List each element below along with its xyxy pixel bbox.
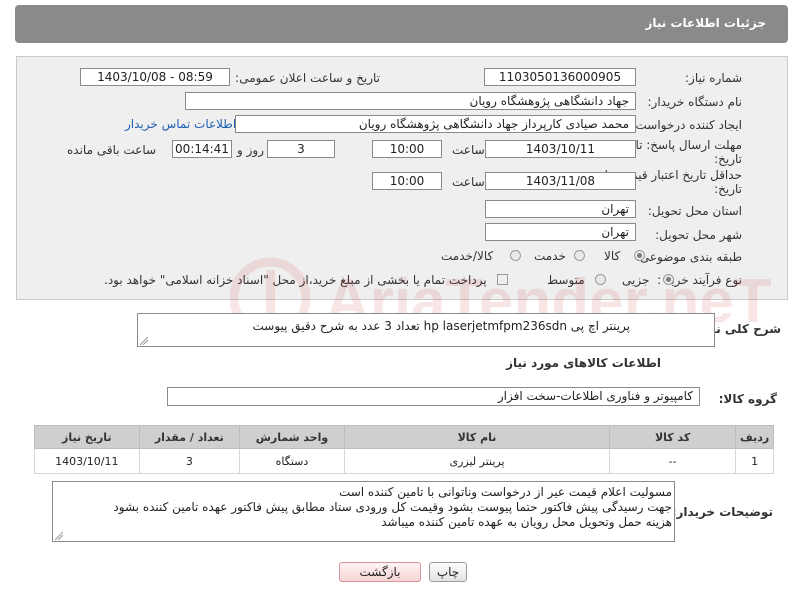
- deadline-time-field[interactable]: 10:00: [372, 140, 442, 158]
- remaining-time-field[interactable]: 00:14:41: [172, 140, 232, 158]
- need-number-label: شماره نیاز:: [685, 71, 742, 85]
- cell-code: --: [609, 448, 737, 474]
- category-label: طبقه بندی موضوعی:: [635, 250, 742, 264]
- column-header-code: کد کالا: [609, 425, 737, 449]
- goods-group-field[interactable]: کامپیوتر و فناوری اطلاعات-سخت افزار: [167, 387, 700, 406]
- table-row[interactable]: 1403/10/11 3 دستگاه پرینتر لیزری -- 1: [34, 448, 774, 474]
- process-radio-medium[interactable]: [595, 274, 606, 285]
- goods-table: تاریخ نیاز تعداد / مقدار واحد شمارش نام …: [34, 425, 774, 474]
- category-option-goods: کالا: [604, 249, 621, 263]
- goods-group-label: گروه کالا:: [718, 392, 777, 406]
- buyer-org-field[interactable]: جهاد دانشگاهی پژوهشگاه رویان: [185, 92, 636, 110]
- process-radio-minor[interactable]: [663, 274, 674, 285]
- need-number-field[interactable]: 1103050136000905: [484, 68, 636, 86]
- goods-table-header: تاریخ نیاز تعداد / مقدار واحد شمارش نام …: [34, 425, 774, 449]
- buyer-notes-textarea[interactable]: مسولیت اعلام قیمت عیر از درخواست وناتوان…: [52, 481, 675, 542]
- validity-time-label: ساعت: [452, 175, 485, 189]
- category-radio-service[interactable]: [574, 250, 585, 261]
- deadline-time-label: ساعت: [452, 143, 485, 157]
- cell-row: 1: [735, 448, 774, 474]
- province-field[interactable]: تهران: [485, 200, 636, 218]
- cell-unit: دستگاه: [239, 448, 345, 474]
- process-option-medium: متوسط: [547, 273, 585, 287]
- requester-label: ایجاد کننده درخواست:: [631, 118, 742, 132]
- deadline-label-line1: مهلت ارسال پاسخ: تا: [635, 138, 742, 152]
- announce-label: تاریخ و ساعت اعلان عمومی:: [235, 71, 380, 85]
- print-button[interactable]: چاپ: [429, 562, 467, 582]
- buyer-notes-label: توضیحات خریدار:: [671, 505, 773, 519]
- validity-label-line2: تاریخ:: [714, 182, 742, 196]
- resize-grip-icon[interactable]: [55, 532, 63, 540]
- deadline-label-line2: تاریخ:: [714, 152, 742, 166]
- category-option-service: خدمت: [534, 249, 566, 263]
- province-label: استان محل تحویل:: [647, 204, 742, 218]
- cell-name: پرینتر لیزری: [343, 448, 611, 474]
- cell-qty: 3: [138, 448, 241, 474]
- announce-datetime-field[interactable]: 1403/10/08 - 08:59: [80, 68, 230, 86]
- treasury-payment-checkbox[interactable]: [497, 274, 508, 285]
- column-header-name: نام کالا: [343, 425, 611, 449]
- remaining-days-field[interactable]: 3: [267, 140, 335, 158]
- category-radio-goods[interactable]: [634, 250, 645, 261]
- remaining-label: ساعت باقی مانده: [67, 143, 157, 157]
- column-header-qty: تعداد / مقدار: [138, 425, 241, 449]
- validity-date-field[interactable]: 1403/11/08: [485, 172, 636, 190]
- city-label: شهر محل تحویل:: [655, 228, 742, 242]
- category-radio-goods-service[interactable]: [510, 250, 521, 261]
- description-textarea[interactable]: پرینتر اچ پی hp laserjetmfpm236sdn تعداد…: [137, 313, 715, 347]
- requester-field[interactable]: محمد صیادی کارپرداز جهاد دانشگاهی پژوهشگ…: [235, 115, 636, 133]
- buyer-org-label: نام دستگاه خریدار:: [647, 95, 743, 109]
- deadline-date-field[interactable]: 1403/10/11: [485, 140, 636, 158]
- treasury-payment-note: پرداخت تمام یا بخشی از مبلغ خرید،از محل …: [104, 273, 487, 287]
- column-header-row: ردیف: [735, 425, 774, 449]
- goods-section-title: اطلاعات کالاهای مورد نیاز: [506, 356, 661, 370]
- column-header-date: تاریخ نیاز: [34, 425, 140, 449]
- category-option-goods-service: کالا/خدمت: [441, 249, 494, 263]
- description-text: پرینتر اچ پی hp laserjetmfpm236sdn تعداد…: [252, 319, 630, 333]
- page-title: جزئیات اطلاعات نیاز: [645, 16, 766, 30]
- process-option-minor: جزیی: [622, 273, 650, 287]
- city-field[interactable]: تهران: [485, 223, 636, 241]
- back-button[interactable]: بازگشت: [339, 562, 421, 582]
- column-header-unit: واحد شمارش: [239, 425, 345, 449]
- page-header: جزئیات اطلاعات نیاز: [15, 5, 788, 43]
- days-label: روز و: [237, 143, 264, 157]
- buyer-notes-line-1: مسولیت اعلام قیمت عیر از درخواست وناتوان…: [338, 485, 672, 499]
- buyer-notes-line-2: جهت رسیدگی پیش فاکتور حتما پیوست بشود وق…: [113, 500, 672, 514]
- buyer-notes-line-3: هزینه حمل وتحویل محل رویان به عهده تامین…: [381, 515, 672, 529]
- resize-grip-icon[interactable]: [140, 337, 148, 345]
- validity-time-field[interactable]: 10:00: [372, 172, 442, 190]
- cell-date: 1403/10/11: [34, 448, 140, 474]
- buyer-contact-link[interactable]: اطلاعات تماس خریدار: [125, 117, 236, 131]
